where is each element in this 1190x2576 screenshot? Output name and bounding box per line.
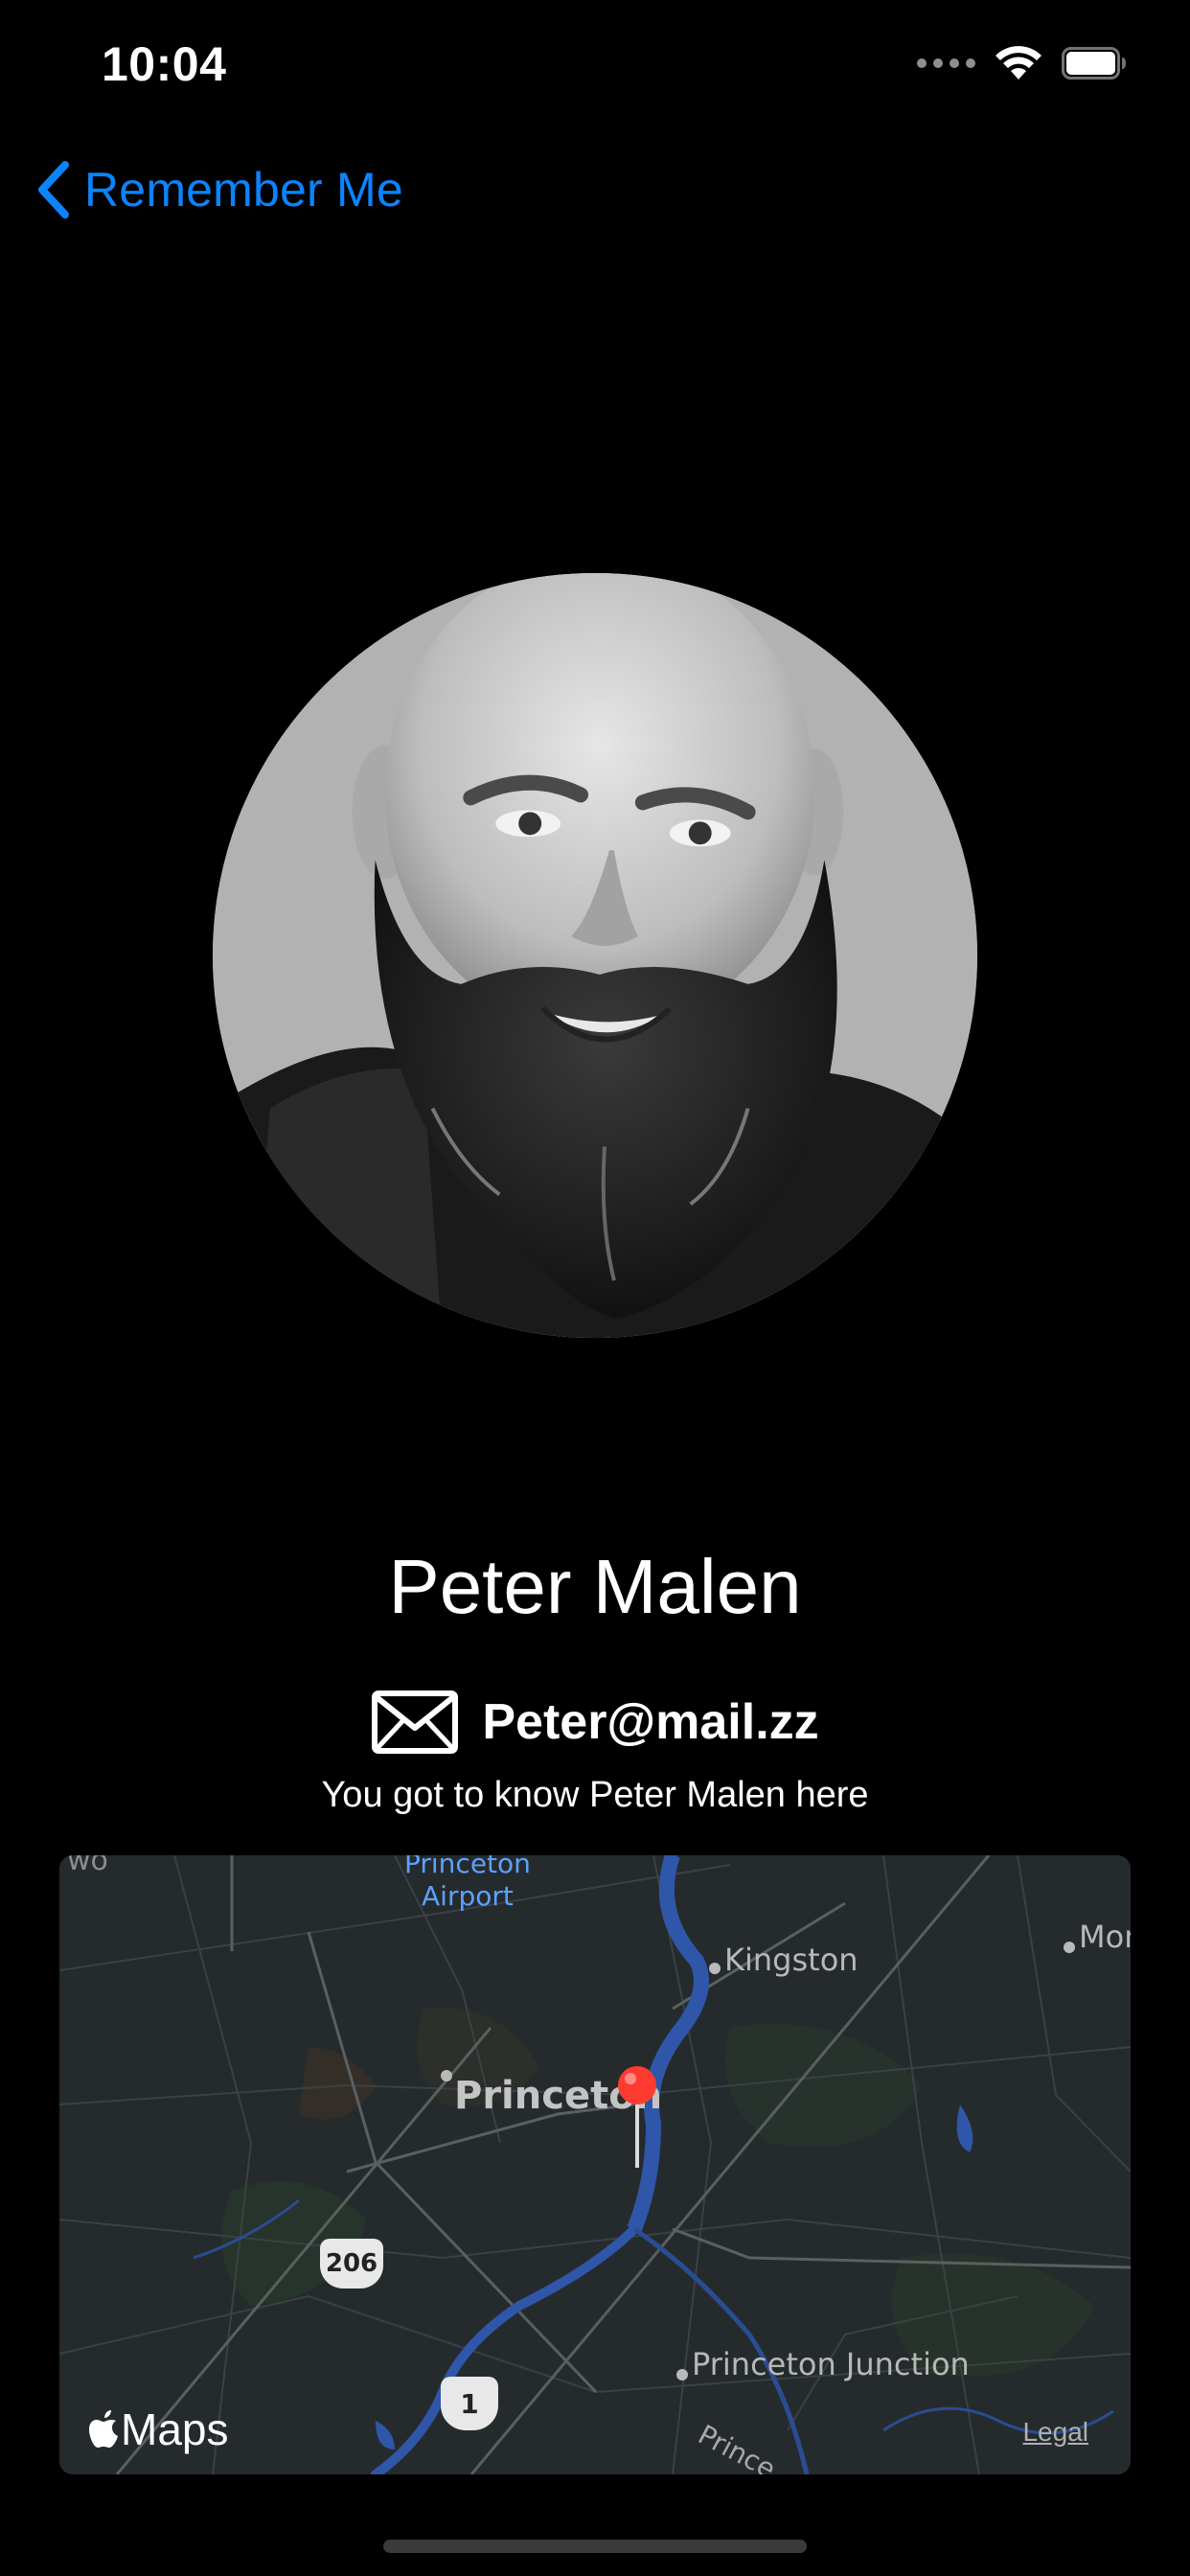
legal-link[interactable]: Legal bbox=[1022, 2417, 1088, 2448]
map-label-kingston: Kingston bbox=[724, 1942, 858, 1978]
route-1-label: 1 bbox=[460, 2387, 479, 2420]
apple-logo-icon bbox=[89, 2410, 118, 2448]
map-dot-princeton bbox=[441, 2070, 452, 2082]
map-dot-mon bbox=[1064, 1942, 1075, 1953]
route-206-label: 206 bbox=[325, 2249, 378, 2278]
back-button-label: Remember Me bbox=[84, 163, 403, 217]
wifi-icon bbox=[995, 46, 1041, 80]
map-label-mon: Mon bbox=[1079, 1919, 1131, 1955]
map-label-airport: Princeton Airport bbox=[404, 1855, 531, 1912]
met-location-caption: You got to know Peter Malen here bbox=[321, 1775, 869, 1815]
profile-photo bbox=[213, 573, 977, 1338]
back-button[interactable]: Remember Me bbox=[34, 155, 403, 224]
email-row[interactable]: Peter@mail.zz bbox=[0, 1689, 1190, 1756]
map-background bbox=[59, 1855, 1131, 2474]
map-dot-princeton-junction bbox=[676, 2369, 688, 2380]
status-time: 10:04 bbox=[102, 37, 227, 91]
map-pin-icon[interactable] bbox=[613, 2064, 661, 2170]
maps-attribution-text: Maps bbox=[121, 2404, 229, 2454]
envelope-icon bbox=[372, 1690, 459, 1754]
chevron-left-icon bbox=[38, 161, 69, 218]
home-indicator[interactable] bbox=[383, 2540, 807, 2553]
battery-icon bbox=[1062, 47, 1126, 80]
person-name: Peter Malen bbox=[388, 1544, 802, 1629]
map-label-edge-top-left: wo bbox=[67, 1855, 108, 1877]
route-1-shield: 1 bbox=[441, 2377, 498, 2430]
map-view[interactable]: Princeton Airport wo Kingston Mon Prince… bbox=[59, 1855, 1131, 2474]
cellular-signal-icon bbox=[917, 58, 975, 68]
apple-maps-attribution: Maps bbox=[88, 2404, 228, 2455]
profile-photo-image bbox=[213, 573, 977, 1338]
map-label-princeton-junction: Princeton Junction bbox=[692, 2346, 970, 2382]
status-icons bbox=[917, 42, 1127, 84]
map-dot-kingston bbox=[709, 1963, 721, 1974]
route-206-shield: 206 bbox=[320, 2239, 383, 2288]
email-address[interactable]: Peter@mail.zz bbox=[482, 1693, 818, 1751]
